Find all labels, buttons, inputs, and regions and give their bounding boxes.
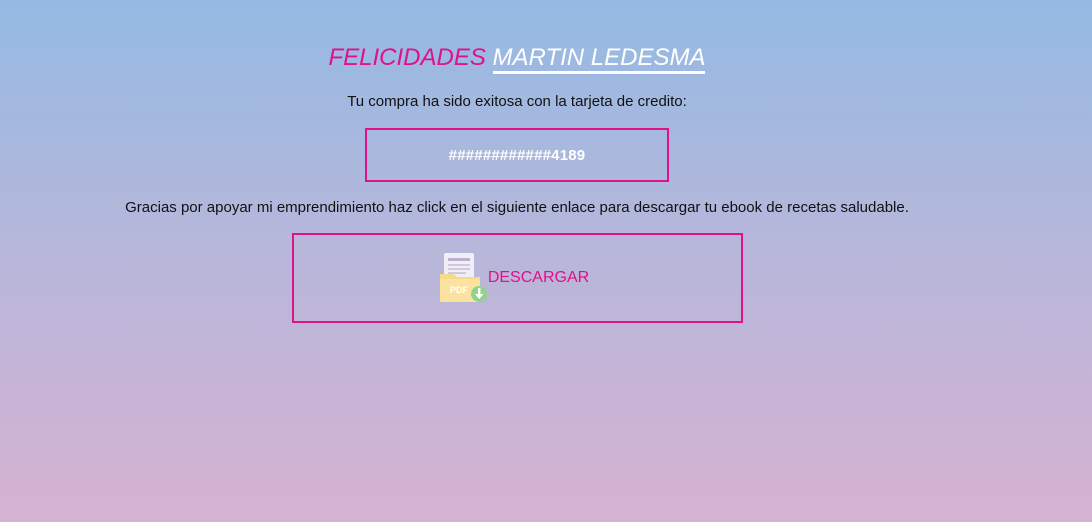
customer-name: MARTIN LEDESMA	[492, 45, 706, 74]
svg-text:PDF: PDF	[450, 285, 469, 295]
pdf-download-icon[interactable]: PDF	[436, 252, 488, 304]
download-content[interactable]: PDF DESCARGAR	[436, 252, 589, 304]
card-number-box: ############4189	[365, 128, 669, 182]
greeting-text: FELICIDADES	[328, 44, 486, 71]
purchase-success-message: Tu compra ha sido exitosa con la tarjeta…	[347, 93, 687, 110]
card-number: ############4189	[448, 146, 586, 164]
download-label[interactable]: DESCARGAR	[488, 269, 589, 287]
download-button[interactable]: PDF DESCARGAR	[292, 233, 743, 323]
page-title: FELICIDADES MARTIN LEDESMA	[0, 44, 1034, 74]
thanks-message: Gracias por apoyar mi emprendimiento haz…	[125, 199, 909, 216]
